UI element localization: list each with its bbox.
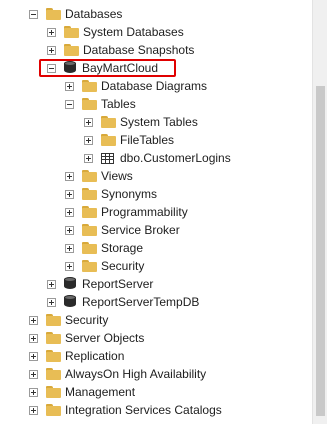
folder-icon bbox=[101, 116, 116, 128]
tree-node-label: Security bbox=[65, 313, 109, 327]
expand-icon[interactable] bbox=[65, 243, 74, 253]
vertical-scrollbar[interactable] bbox=[312, 0, 327, 424]
expand-icon[interactable] bbox=[29, 405, 38, 415]
expand-icon[interactable] bbox=[65, 171, 74, 181]
folder-icon bbox=[82, 80, 97, 92]
folder-icon bbox=[82, 242, 97, 254]
tree-node-label: System Databases bbox=[83, 25, 184, 39]
folder-icon bbox=[64, 44, 79, 56]
tree-node-database-snapshots[interactable]: Database Snapshots bbox=[47, 41, 194, 59]
tree-node-server-objects[interactable]: Server Objects bbox=[29, 329, 144, 347]
expand-icon[interactable] bbox=[29, 315, 38, 325]
expand-icon[interactable] bbox=[29, 351, 38, 361]
expand-icon[interactable] bbox=[29, 387, 38, 397]
expand-icon[interactable] bbox=[29, 333, 38, 343]
table-icon bbox=[101, 152, 114, 164]
expand-icon[interactable] bbox=[65, 261, 74, 271]
tree-node-reportservertempdb[interactable]: ReportServerTempDB bbox=[47, 293, 199, 311]
expand-icon[interactable] bbox=[65, 189, 74, 199]
tree-node-label: Server Objects bbox=[65, 331, 145, 345]
tree-node-integration-services[interactable]: Integration Services Catalogs bbox=[29, 401, 222, 419]
tree-node-database-diagrams[interactable]: Database Diagrams bbox=[65, 77, 207, 95]
folder-icon bbox=[64, 26, 79, 38]
tree-node-views[interactable]: Views bbox=[65, 167, 133, 185]
expand-icon[interactable] bbox=[84, 153, 93, 163]
expand-icon[interactable] bbox=[65, 225, 74, 235]
folder-icon bbox=[46, 386, 61, 398]
tree-node-replication[interactable]: Replication bbox=[29, 347, 124, 365]
tree-node-alwayson[interactable]: AlwaysOn High Availability bbox=[29, 365, 206, 383]
folder-icon bbox=[46, 404, 61, 416]
tree-node-system-tables[interactable]: System Tables bbox=[84, 113, 198, 131]
tree-node-label: Programmability bbox=[101, 205, 188, 219]
folder-icon bbox=[82, 260, 97, 272]
expand-icon[interactable] bbox=[47, 45, 56, 55]
tree-node-label: dbo.CustomerLogins bbox=[120, 151, 231, 165]
tree-node-dbo-customerlogins[interactable]: dbo.CustomerLogins bbox=[84, 149, 231, 167]
tree-node-label: Database Snapshots bbox=[83, 43, 195, 57]
tree-node-label: ReportServer bbox=[82, 277, 154, 291]
tree-node-label: Integration Services Catalogs bbox=[65, 403, 222, 417]
tree-node-label: Synonyms bbox=[101, 187, 158, 201]
folder-icon bbox=[46, 332, 61, 344]
tree-node-label: Management bbox=[65, 385, 136, 399]
expand-icon[interactable] bbox=[47, 27, 56, 37]
tree-node-filetables[interactable]: FileTables bbox=[84, 131, 174, 149]
tree-node-label: Replication bbox=[65, 349, 125, 363]
tree-node-label: FileTables bbox=[120, 133, 175, 147]
tree-node-system-databases[interactable]: System Databases bbox=[47, 23, 184, 41]
tree-node-label: Views bbox=[101, 169, 133, 183]
folder-icon bbox=[82, 224, 97, 236]
tree-node-label: Database Diagrams bbox=[101, 79, 208, 93]
tree-node-synonyms[interactable]: Synonyms bbox=[65, 185, 157, 203]
expand-icon[interactable] bbox=[29, 369, 38, 379]
tree-node-label: Service Broker bbox=[101, 223, 180, 237]
tree-node-label: AlwaysOn High Availability bbox=[65, 367, 207, 381]
folder-icon bbox=[82, 98, 97, 110]
tree-node-tables[interactable]: Tables bbox=[65, 95, 136, 113]
expand-icon[interactable] bbox=[65, 81, 74, 91]
folder-icon bbox=[46, 368, 61, 380]
database-icon bbox=[64, 277, 76, 291]
tree-node-label: System Tables bbox=[120, 115, 198, 129]
folder-icon bbox=[46, 314, 61, 326]
expand-icon[interactable] bbox=[47, 279, 56, 289]
tree-node-db-security[interactable]: Security bbox=[65, 257, 144, 275]
tree-node-databases[interactable]: Databases bbox=[29, 5, 122, 23]
tree-node-label: Security bbox=[101, 259, 145, 273]
scrollbar-thumb[interactable] bbox=[316, 86, 325, 416]
tree-node-reportserver[interactable]: ReportServer bbox=[47, 275, 153, 293]
folder-icon bbox=[82, 170, 97, 182]
folder-icon bbox=[82, 188, 97, 200]
top-partial-row bbox=[0, 0, 60, 4]
collapse-icon[interactable] bbox=[29, 9, 38, 19]
selected-node-highlight bbox=[39, 59, 176, 77]
tree-node-programmability[interactable]: Programmability bbox=[65, 203, 188, 221]
folder-icon bbox=[101, 134, 116, 146]
tree-node-label: ReportServerTempDB bbox=[82, 295, 200, 309]
tree-node-storage[interactable]: Storage bbox=[65, 239, 143, 257]
tree-node-security[interactable]: Security bbox=[29, 311, 108, 329]
expand-icon[interactable] bbox=[84, 117, 93, 127]
database-icon bbox=[64, 295, 76, 309]
collapse-icon[interactable] bbox=[65, 99, 74, 109]
folder-icon bbox=[82, 206, 97, 218]
tree-node-service-broker[interactable]: Service Broker bbox=[65, 221, 180, 239]
folder-icon bbox=[46, 8, 61, 20]
tree-node-management[interactable]: Management bbox=[29, 383, 135, 401]
tree-node-label: Storage bbox=[101, 241, 144, 255]
tree-node-label: Tables bbox=[101, 97, 136, 111]
tree-node-label: Databases bbox=[65, 7, 123, 21]
expand-icon[interactable] bbox=[47, 297, 56, 307]
expand-icon[interactable] bbox=[84, 135, 93, 145]
expand-icon[interactable] bbox=[65, 207, 74, 217]
object-explorer-tree: Databases System Databases Database Snapsh… bbox=[0, 0, 312, 424]
folder-icon bbox=[46, 350, 61, 362]
